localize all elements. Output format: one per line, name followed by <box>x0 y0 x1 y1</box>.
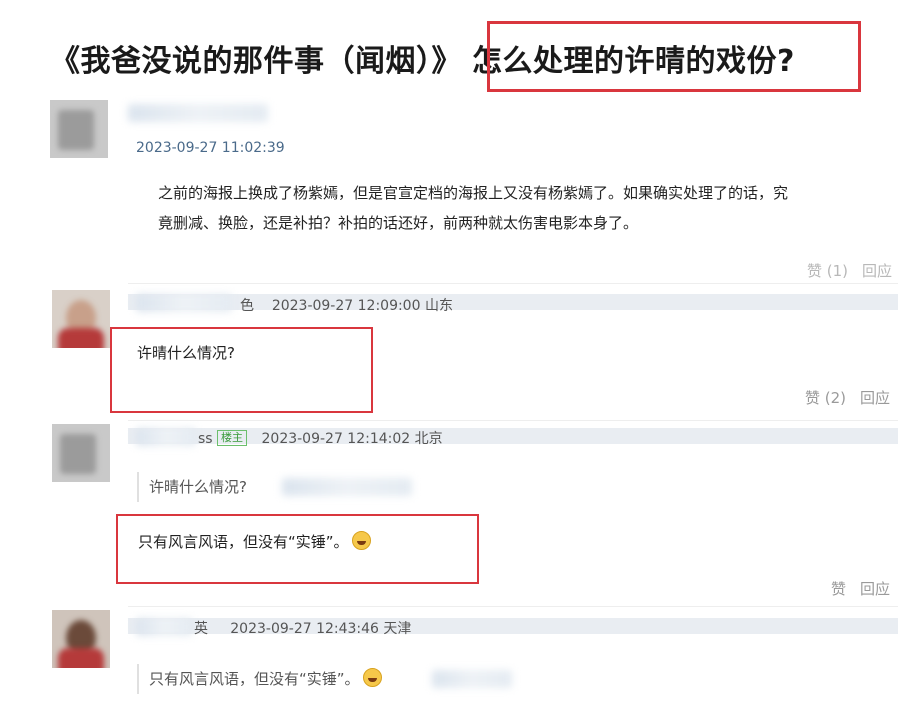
divider <box>128 606 898 607</box>
comment-timestamp: 2023-09-27 12:43:46 <box>230 621 379 637</box>
reply-button[interactable]: 回应 <box>862 262 892 280</box>
divider <box>128 283 898 284</box>
comment-text: 只有风言风语，但没有“实锤”。 <box>138 527 371 557</box>
comment-timestamp: 2023-09-27 11:02:39 <box>136 140 285 156</box>
quoted-comment: 许晴什么情况? <box>137 472 247 502</box>
comment-timestamp: 2023-09-27 12:09:00 <box>271 298 421 314</box>
quoted-text: 只有风言风语，但没有“实锤”。 <box>149 670 360 688</box>
avatar[interactable] <box>52 610 110 668</box>
reply-button[interactable]: 回应 <box>860 580 890 598</box>
username-suffix[interactable]: 色 <box>240 298 254 314</box>
username-blurred[interactable] <box>136 428 196 446</box>
op-badge: 楼主 <box>217 430 248 446</box>
like-button[interactable]: 赞 (2) <box>805 389 846 407</box>
comment-actions: 赞 (2) 回应 <box>791 387 890 408</box>
username-suffix[interactable]: 英 <box>194 621 208 637</box>
avatar[interactable] <box>52 424 110 482</box>
comment-text-content: 只有风言风语，但没有“实锤”。 <box>138 533 349 551</box>
username-blurred[interactable] <box>136 618 192 636</box>
avatar[interactable] <box>50 100 108 158</box>
comment-text-line: 之前的海报上换成了杨紫嫣，但是官宣定档的海报上又没有杨紫嫣了。如果确实处理了的话… <box>158 184 789 202</box>
reply-button[interactable]: 回应 <box>860 389 890 407</box>
comment-meta: ss 楼主 2023-09-27 12:14:02 北京 <box>198 428 443 448</box>
comment-timestamp: 2023-09-27 12:14:02 <box>261 431 411 447</box>
comment-meta: 色 2023-09-27 12:09:00 山东 <box>240 295 453 315</box>
headline-highlight-frame <box>487 21 861 92</box>
comment-location: 天津 <box>383 621 412 637</box>
avatar[interactable] <box>52 290 110 348</box>
like-button[interactable]: 赞 <box>831 580 846 598</box>
headline-title: 《我爸没说的那件事（闻烟）》 <box>50 44 462 79</box>
divider <box>128 420 898 421</box>
quoted-comment: 只有风言风语，但没有“实锤”。 <box>137 664 382 694</box>
comment-location: 北京 <box>414 431 443 447</box>
comment-meta: 英 2023-09-27 12:43:46 天津 <box>194 618 411 638</box>
comment-text: 许晴什么情况? <box>137 344 235 362</box>
comment-location: 山东 <box>424 298 453 314</box>
like-button[interactable]: 赞 (1) <box>807 262 848 280</box>
comment-actions: 赞回应 <box>817 578 890 599</box>
grinning-face-icon <box>362 668 382 687</box>
comment-actions: 赞 (1) 回应 <box>793 260 892 281</box>
comment-text: 之前的海报上换成了杨紫嫣，但是官宣定档的海报上又没有杨紫嫣了。如果确实处理了的话… <box>158 178 898 238</box>
quoted-username-blurred <box>432 670 512 688</box>
username-suffix[interactable]: ss <box>198 431 213 447</box>
grinning-face-icon <box>351 531 371 550</box>
username-blurred[interactable] <box>128 104 268 122</box>
username-blurred[interactable] <box>136 294 232 312</box>
comment-text-line: 竟删减、换脸，还是补拍？补拍的话还好，前两种就太伤害电影本身了。 <box>158 214 639 232</box>
quoted-username-blurred <box>282 478 412 496</box>
